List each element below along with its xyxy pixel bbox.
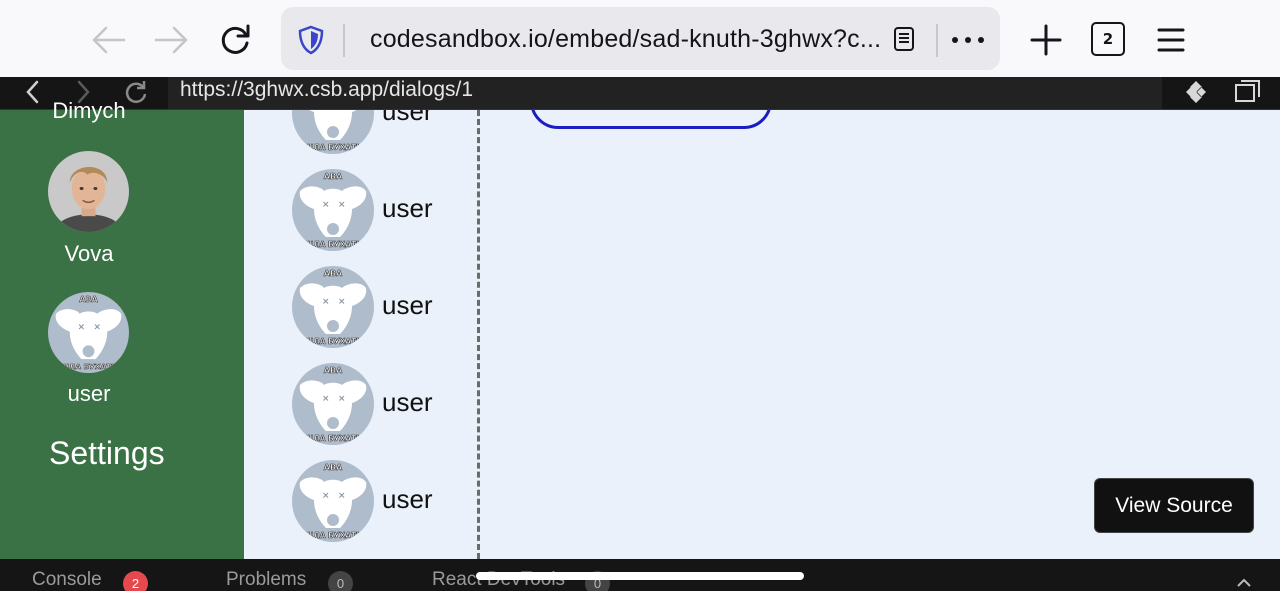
menu-icon[interactable]	[1151, 20, 1191, 60]
console-count-badge: 2	[123, 571, 148, 591]
chevron-up-icon[interactable]	[1236, 575, 1252, 591]
sidebar-user-name[interactable]: user	[0, 381, 178, 407]
message-bubble	[530, 110, 772, 129]
url-text[interactable]: codesandbox.io/embed/sad-knuth-3ghwx?c..…	[370, 25, 881, 54]
more-options-icon[interactable]	[951, 32, 985, 50]
sidebar: Dimych Vova user Settings	[0, 98, 244, 559]
reader-view-icon[interactable]	[893, 26, 915, 57]
dialog-user-name[interactable]: user	[382, 290, 433, 321]
dialog-item[interactable]: user	[292, 110, 472, 154]
dialog-user-name[interactable]: user	[382, 193, 433, 224]
tab-count-button[interactable]: 2	[1091, 22, 1125, 56]
new-tab-icon[interactable]	[1026, 20, 1066, 60]
dialog-item[interactable]: user	[292, 460, 472, 542]
avatar	[292, 363, 374, 445]
tab-console[interactable]: Console	[32, 569, 102, 591]
avatar[interactable]	[48, 151, 129, 232]
dialog-item[interactable]: user	[292, 363, 472, 445]
dialog-item[interactable]: user	[292, 266, 472, 348]
dialog-user-name[interactable]: user	[382, 110, 433, 127]
forward-icon[interactable]	[152, 20, 192, 60]
reload-icon[interactable]	[215, 20, 255, 60]
sidebar-user-name[interactable]: Vova	[0, 241, 178, 267]
dialog-item[interactable]: user	[292, 169, 472, 251]
settings-link[interactable]: Settings	[49, 435, 165, 472]
home-indicator[interactable]	[476, 572, 804, 580]
embed-address-field[interactable]: https://3ghwx.csb.app/dialogs/1	[168, 77, 1162, 109]
codesandbox-icon[interactable]	[1182, 79, 1210, 110]
sidebar-user-name[interactable]: Dimych	[0, 98, 178, 124]
embed-url-text: https://3ghwx.csb.app/dialogs/1	[180, 78, 474, 101]
problems-count-badge: 0	[328, 571, 353, 591]
browser-toolbar: codesandbox.io/embed/sad-knuth-3ghwx?c..…	[0, 0, 1280, 77]
embed-navigation-bar: https://3ghwx.csb.app/dialogs/1	[0, 77, 1280, 110]
view-source-button[interactable]: View Source	[1094, 478, 1254, 533]
dialog-user-name[interactable]: user	[382, 387, 433, 418]
back-icon[interactable]	[88, 20, 128, 60]
dialogs-divider	[477, 110, 480, 559]
url-divider	[343, 24, 345, 57]
avatar	[292, 110, 374, 154]
avatar	[292, 266, 374, 348]
avatar	[292, 460, 374, 542]
screen: codesandbox.io/embed/sad-knuth-3ghwx?c..…	[0, 0, 1280, 591]
url-bar[interactable]: codesandbox.io/embed/sad-knuth-3ghwx?c..…	[281, 7, 1000, 70]
open-new-window-icon[interactable]	[1233, 79, 1261, 110]
avatar[interactable]	[48, 292, 129, 373]
tracking-shield-icon[interactable]	[297, 25, 325, 60]
url-divider	[936, 24, 938, 57]
dialog-user-name[interactable]: user	[382, 484, 433, 515]
tab-problems[interactable]: Problems	[226, 569, 306, 591]
avatar	[292, 169, 374, 251]
